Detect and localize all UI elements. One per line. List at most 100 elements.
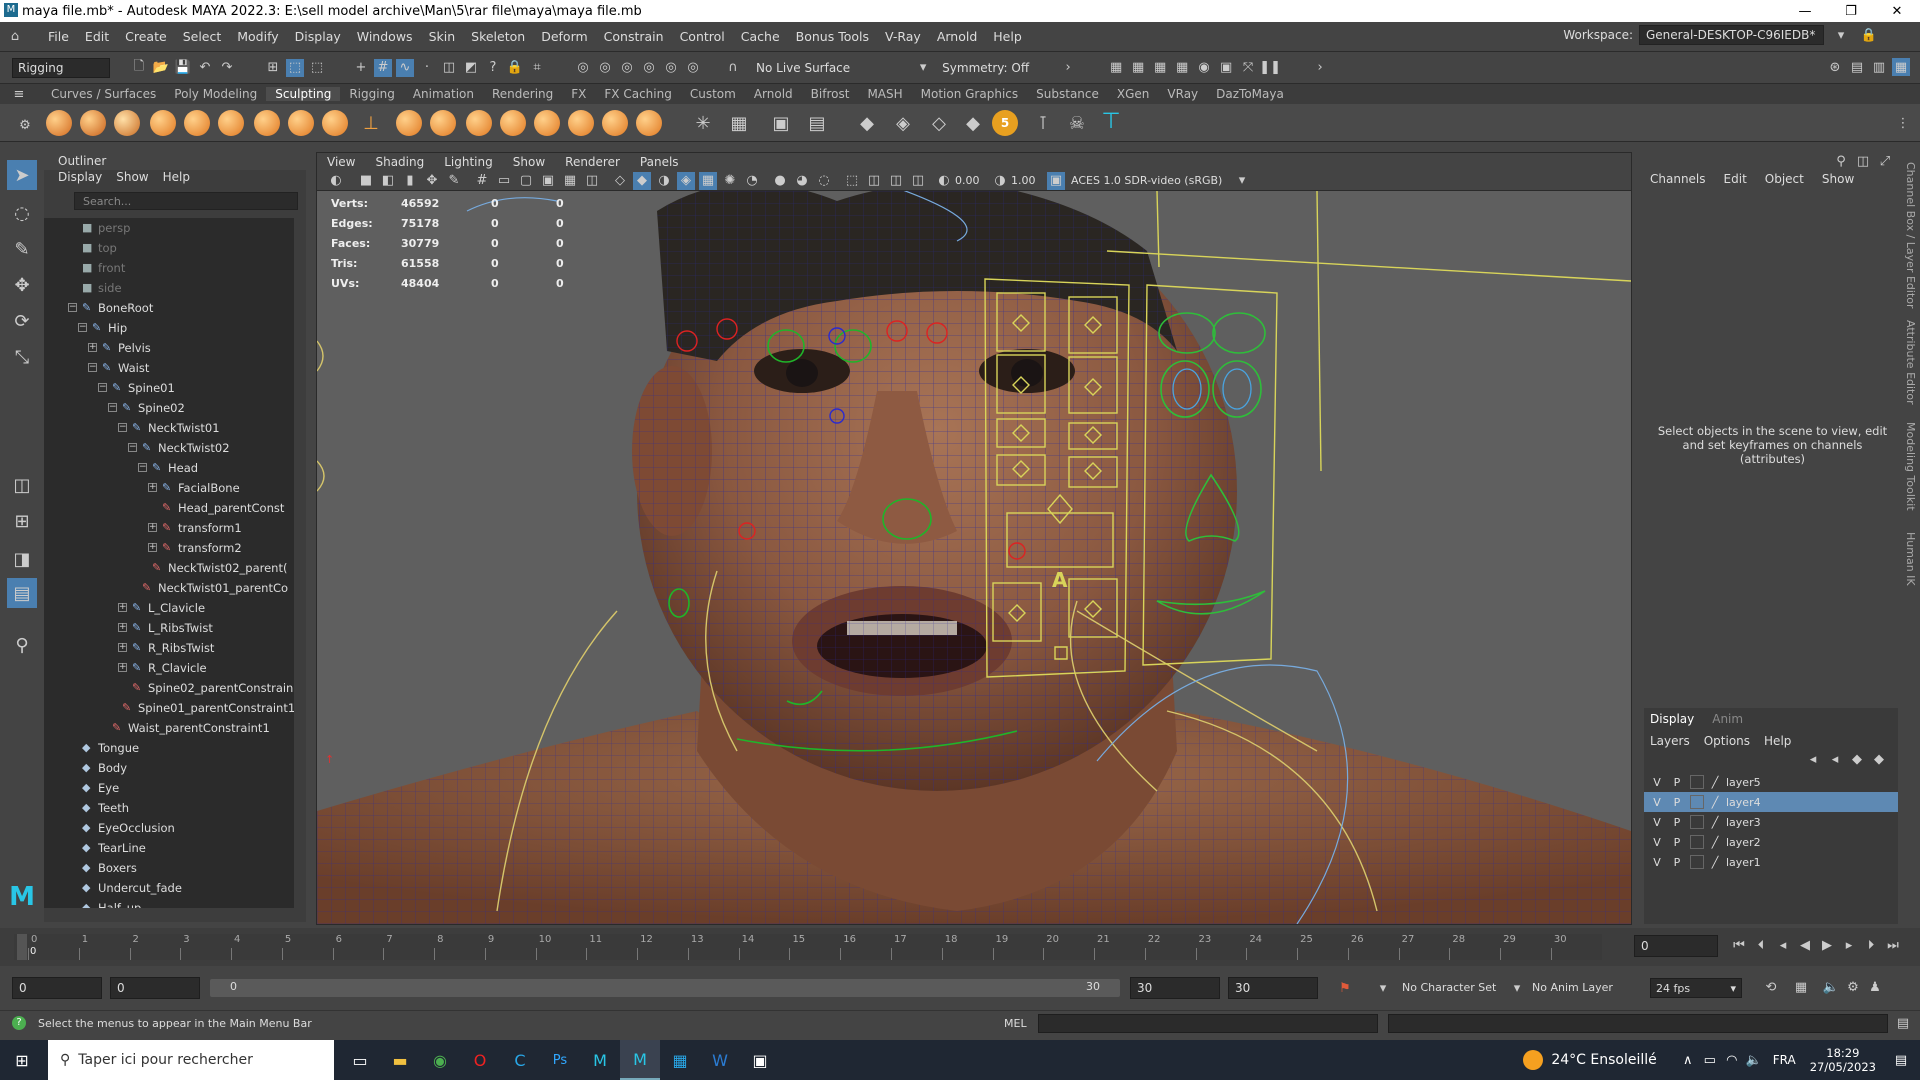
maximize-button[interactable]: ❐ bbox=[1828, 0, 1874, 22]
expand-toggle-icon[interactable]: + bbox=[118, 623, 127, 632]
layer-row[interactable]: V P ╱ layer4 bbox=[1644, 792, 1898, 812]
menu-cache[interactable]: Cache bbox=[733, 29, 788, 44]
playback-toggle[interactable]: P bbox=[1670, 796, 1684, 809]
play-backwards-icon[interactable]: ◀ bbox=[1796, 936, 1814, 954]
expand-toggle-icon[interactable]: − bbox=[88, 363, 97, 372]
sculpt-tool-icon[interactable] bbox=[46, 110, 72, 136]
current-frame-field[interactable]: 0 bbox=[1634, 935, 1718, 957]
repeat-tool-icon[interactable] bbox=[322, 110, 348, 136]
colorspace-dropdown[interactable]: ACES 1.0 SDR-video (sRGB) bbox=[1071, 174, 1231, 187]
outliner-item[interactable]: ■ persp bbox=[44, 218, 294, 238]
channel-menu-channels[interactable]: Channels bbox=[1650, 172, 1706, 186]
shelf-tab-custom[interactable]: Custom bbox=[681, 87, 745, 101]
shelf-tab-animation[interactable]: Animation bbox=[404, 87, 483, 101]
select-hierarchy-icon[interactable]: ⊞ bbox=[264, 59, 282, 77]
auto-key-icon[interactable]: ⚑ bbox=[1336, 979, 1354, 997]
layer-tab-display[interactable]: Display bbox=[1650, 712, 1694, 726]
open-scene-icon[interactable]: 📂 bbox=[152, 59, 170, 77]
tray-chevron-icon[interactable]: ∧ bbox=[1679, 1051, 1697, 1069]
clock[interactable]: 18:29 27/05/2023 bbox=[1810, 1046, 1876, 1074]
menu-vray[interactable]: V-Ray bbox=[877, 29, 929, 44]
channel-menu-object[interactable]: Object bbox=[1765, 172, 1804, 186]
four-view-icon[interactable]: ⊞ bbox=[7, 506, 37, 536]
anti-aliasing-icon[interactable]: ◌ bbox=[815, 172, 833, 190]
move-tool-icon[interactable]: ✥ bbox=[7, 270, 37, 300]
viewport-3d[interactable]: A ↑ Verts: 46592 0 0 Edges: 75178 0 0 Faces: 3077… bbox=[317, 191, 1631, 924]
new-scene-icon[interactable]: 🗋 bbox=[130, 59, 148, 77]
shadows-icon[interactable]: ◔ bbox=[743, 172, 761, 190]
vp-menu-panels[interactable]: Panels bbox=[630, 153, 689, 171]
render-sequence-icon[interactable]: ▦ bbox=[1129, 59, 1147, 77]
pause-icon[interactable]: ❚❚ bbox=[1259, 59, 1281, 77]
home-icon[interactable]: ⌂ bbox=[6, 28, 24, 46]
vp-menu-lighting[interactable]: Lighting bbox=[434, 153, 503, 171]
shelf-settings-icon[interactable]: ⚙ bbox=[16, 116, 34, 134]
scale-tool-icon[interactable]: ⤡ bbox=[7, 342, 37, 372]
step-forward-frame-icon[interactable]: ▸ bbox=[1840, 936, 1858, 954]
resolution-gate-icon[interactable]: ▢ bbox=[517, 172, 535, 190]
outliner-menu-help[interactable]: Help bbox=[163, 170, 190, 188]
outliner-item[interactable]: − ✎ Hip bbox=[44, 318, 294, 338]
layer-color-swatch[interactable] bbox=[1690, 835, 1704, 849]
close-button[interactable]: ✕ bbox=[1874, 0, 1920, 22]
xray-icon[interactable]: ◫ bbox=[865, 172, 883, 190]
playback-toggle[interactable]: P bbox=[1670, 816, 1684, 829]
playback-toggle[interactable]: P bbox=[1670, 856, 1684, 869]
side-tab-human-ik[interactable]: Human IK bbox=[1904, 532, 1917, 586]
expand-toggle-icon[interactable]: − bbox=[108, 403, 117, 412]
expand-toggle-icon[interactable]: + bbox=[118, 643, 127, 652]
channel-menu-edit[interactable]: Edit bbox=[1724, 172, 1747, 186]
attribute-editor-toggle-icon[interactable]: ▤ bbox=[1848, 58, 1866, 76]
file-explorer-icon[interactable]: ▬ bbox=[380, 1040, 420, 1080]
outliner-item[interactable]: − ✎ BoneRoot bbox=[44, 298, 294, 318]
modeling-toolkit-toggle-icon[interactable]: ⊛ bbox=[1826, 58, 1844, 76]
workspace-dropdown[interactable]: General-DESKTOP-C96IEDB* bbox=[1639, 25, 1824, 45]
channel-box-float-icon[interactable]: ⤢ bbox=[1876, 152, 1894, 170]
outliner-item[interactable]: − ✎ NeckTwist02 bbox=[44, 438, 294, 458]
shelf-tab-fx[interactable]: FX bbox=[562, 87, 595, 101]
outliner-item[interactable]: ✎ Spine01_parentConstraint1 bbox=[44, 698, 294, 718]
foamy-tool-icon[interactable] bbox=[254, 110, 280, 136]
joint-tool-icon[interactable]: ⊤ bbox=[1101, 109, 1120, 134]
outliner-item[interactable]: ◆ Boxers bbox=[44, 858, 294, 878]
menu-display[interactable]: Display bbox=[287, 29, 349, 44]
menu-skin[interactable]: Skin bbox=[421, 29, 464, 44]
expand-toggle-icon[interactable]: + bbox=[88, 343, 97, 352]
outliner-item[interactable]: − ✎ Waist bbox=[44, 358, 294, 378]
range-bar[interactable]: 0 30 bbox=[210, 979, 1120, 997]
layer-color-swatch[interactable] bbox=[1690, 815, 1704, 829]
command-input[interactable] bbox=[1038, 1014, 1378, 1033]
network-icon[interactable]: ▭ bbox=[1701, 1051, 1719, 1069]
fps-dropdown[interactable]: 24 fps ▾ bbox=[1650, 978, 1742, 998]
loop-icon[interactable]: ⟲ bbox=[1762, 978, 1780, 996]
menu-set-dropdown[interactable]: Rigging bbox=[12, 57, 110, 78]
volume-icon[interactable]: 🔈 bbox=[1745, 1051, 1763, 1069]
flatten-tool-icon[interactable] bbox=[218, 110, 244, 136]
field-chart-icon[interactable]: ▦ bbox=[561, 172, 579, 190]
channel-box-toggle-icon[interactable]: ▦ bbox=[1892, 58, 1910, 76]
playback-toggle[interactable]: P bbox=[1670, 836, 1684, 849]
word-icon[interactable]: W bbox=[700, 1040, 740, 1080]
shelf-menu-icon[interactable]: ≡ bbox=[10, 85, 28, 103]
outliner-item[interactable]: ✎ Waist_parentConstraint1 bbox=[44, 718, 294, 738]
outliner-item[interactable]: ✎ NeckTwist02_parent( bbox=[44, 558, 294, 578]
app-c-icon[interactable]: C bbox=[500, 1040, 540, 1080]
smooth-shade-icon[interactable]: ◆ bbox=[633, 171, 651, 190]
layer-name[interactable]: layer3 bbox=[1726, 816, 1786, 829]
save-scene-icon[interactable]: 💾 bbox=[174, 59, 192, 77]
wireframe-icon[interactable]: ◇ bbox=[611, 172, 629, 190]
two-view-icon[interactable]: ◨ bbox=[7, 544, 37, 574]
texture-icon[interactable]: ◈ bbox=[894, 113, 912, 134]
xray-components-icon[interactable]: ◫ bbox=[909, 172, 927, 190]
pinch-tool-icon[interactable] bbox=[184, 110, 210, 136]
vp-menu-view[interactable]: View bbox=[317, 153, 365, 171]
select-object-icon[interactable]: ⬚ bbox=[286, 58, 304, 77]
camera-select-icon[interactable]: ◐ bbox=[327, 172, 345, 190]
outliner-menu-show[interactable]: Show bbox=[116, 170, 148, 188]
select-component-icon[interactable]: ⬚ bbox=[308, 59, 326, 77]
grab-tool-icon[interactable] bbox=[150, 110, 176, 136]
xray-joints-icon[interactable]: ◫ bbox=[887, 172, 905, 190]
step-back-key-icon[interactable]: ⏴ bbox=[1752, 936, 1770, 954]
grid-tool-icon[interactable]: ▦ bbox=[730, 113, 748, 134]
windows-start-icon[interactable]: ⊞ bbox=[2, 1040, 42, 1080]
